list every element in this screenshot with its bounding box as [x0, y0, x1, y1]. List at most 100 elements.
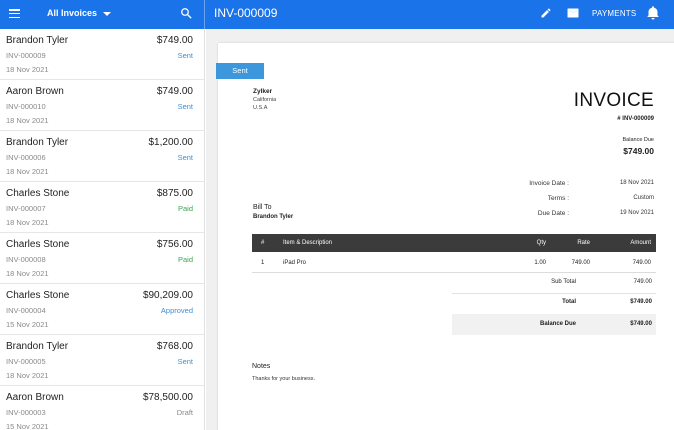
- bell-icon[interactable]: [647, 6, 659, 20]
- invoice-filter-label[interactable]: All Invoices: [47, 8, 97, 18]
- customer-name: Aaron Brown: [6, 392, 64, 403]
- mail-icon[interactable]: [567, 8, 579, 18]
- balance-due-label: Balance Due: [622, 137, 655, 143]
- status-label: Paid: [177, 204, 193, 213]
- line-number: 1: [261, 260, 265, 266]
- balance-due-row: Balance Due $749.00: [452, 314, 656, 335]
- customer-name: Charles Stone: [6, 188, 70, 199]
- invoice-list: Brandon Tyler $749.00 INV-000009 Sent 18…: [0, 29, 205, 430]
- status-ribbon: Sent: [216, 63, 264, 79]
- line-rate: 749.00: [571, 260, 590, 266]
- line-item-name: iPad Pro: [283, 260, 307, 266]
- invoice-amount: $749.00: [156, 35, 193, 46]
- invoice-list-item[interactable]: Brandon Tyler $1,200.00 INV-000006 Sent …: [0, 131, 204, 182]
- notes-label: Notes: [252, 363, 271, 370]
- status-label: Approved: [160, 306, 193, 315]
- invoice-date-value: 18 Nov 2021: [619, 180, 654, 186]
- invoice-amount: $875.00: [156, 188, 193, 199]
- customer-name: Aaron Brown: [6, 86, 64, 97]
- invoice-title: INV-000009: [214, 6, 278, 20]
- invoice-number: INV-000009: [6, 51, 46, 60]
- status-label: Sent: [177, 357, 193, 366]
- invoice-amount: $78,500.00: [142, 392, 193, 403]
- search-icon[interactable]: [180, 7, 192, 19]
- terms-label: Terms :: [547, 195, 569, 202]
- customer-name: Brandon Tyler: [6, 137, 69, 148]
- column-rate: Rate: [577, 240, 590, 246]
- line-qty: 1.00: [534, 260, 546, 266]
- total-value: $749.00: [630, 299, 652, 305]
- invoice-list-item[interactable]: Charles Stone $90,209.00 INV-000004 Appr…: [0, 284, 204, 335]
- top-bar: All Invoices INV-000009 PAYMENTS: [0, 0, 674, 29]
- sub-total-row: Sub Total 749.00: [452, 273, 656, 293]
- invoice-date: 18 Nov 2021: [6, 371, 49, 380]
- invoice-date: 18 Nov 2021: [6, 116, 49, 125]
- total-row: Total $749.00: [452, 293, 656, 313]
- invoice-amount: $1,200.00: [148, 137, 194, 148]
- column-qty: Qty: [536, 240, 546, 246]
- line-items-header: # Item & Description Qty Rate Amount: [252, 234, 656, 252]
- invoice-number: INV-000003: [6, 408, 46, 417]
- invoice-amount: $768.00: [156, 341, 193, 352]
- invoice-date-label: Invoice Date :: [529, 180, 569, 187]
- invoice-list-item[interactable]: Aaron Brown $78,500.00 INV-000003 Draft …: [0, 386, 204, 430]
- balance-due-row-label: Balance Due: [539, 321, 576, 327]
- invoice-amount: $90,209.00: [142, 290, 193, 301]
- status-label: Sent: [177, 153, 193, 162]
- column-number: #: [261, 240, 265, 246]
- app: All Invoices INV-000009 PAYMENTS Brandon…: [0, 0, 674, 430]
- terms-value: Custom: [633, 195, 654, 201]
- invoice-list-item[interactable]: Charles Stone $756.00 INV-000008 Paid 18…: [0, 233, 204, 284]
- invoice-date: 18 Nov 2021: [6, 218, 49, 227]
- invoice-date: 15 Nov 2021: [6, 422, 49, 430]
- list-header: All Invoices: [0, 0, 205, 29]
- bill-to-label: Bill To: [253, 204, 272, 211]
- due-date-label: Due Date :: [537, 210, 569, 217]
- invoice-list-item[interactable]: Aaron Brown $749.00 INV-000010 Sent 18 N…: [0, 80, 204, 131]
- invoice-date: 18 Nov 2021: [6, 269, 49, 278]
- balance-due-row-value: $749.00: [630, 321, 652, 327]
- invoice-number: INV-000008: [6, 255, 46, 264]
- invoice-date: 15 Nov 2021: [6, 320, 49, 329]
- invoice-doc-number: # INV-000009: [617, 116, 654, 122]
- column-item: Item & Description: [283, 240, 333, 246]
- payments-button[interactable]: PAYMENTS: [592, 9, 636, 18]
- sub-total-value: 749.00: [633, 279, 652, 285]
- column-amount: Amount: [630, 240, 651, 246]
- invoice-number: INV-000007: [6, 204, 46, 213]
- line-item-row: 1 iPad Pro 1.00 749.00 749.00: [252, 253, 656, 273]
- customer-name: Brandon Tyler: [6, 35, 69, 46]
- chevron-down-icon[interactable]: [103, 12, 111, 16]
- organization-name: Zylker: [253, 88, 273, 95]
- pencil-icon[interactable]: [540, 7, 552, 19]
- total-label: Total: [562, 299, 576, 305]
- invoice-date: 18 Nov 2021: [6, 65, 49, 74]
- invoice-heading: INVOICE: [573, 90, 654, 111]
- bill-to-name: Brandon Tyler: [253, 214, 294, 220]
- menu-icon[interactable]: [9, 9, 20, 19]
- invoice-list-item[interactable]: Brandon Tyler $768.00 INV-000005 Sent 18…: [0, 335, 204, 386]
- invoice-number: INV-000006: [6, 153, 46, 162]
- sub-total-label: Sub Total: [551, 279, 576, 285]
- customer-name: Brandon Tyler: [6, 341, 69, 352]
- status-label: Sent: [177, 102, 193, 111]
- customer-name: Charles Stone: [6, 290, 70, 301]
- organization-address-line: California: [253, 97, 277, 103]
- invoice-number: INV-000010: [6, 102, 46, 111]
- due-date-value: 19 Nov 2021: [619, 210, 654, 216]
- invoice-list-item[interactable]: Charles Stone $875.00 INV-000007 Paid 18…: [0, 182, 204, 233]
- customer-name: Charles Stone: [6, 239, 70, 250]
- organization-address-line: U.S.A: [253, 105, 268, 111]
- line-amount: 749.00: [632, 260, 651, 266]
- balance-due-value: $749.00: [623, 146, 654, 156]
- invoice-number: INV-000004: [6, 306, 46, 315]
- status-label: Paid: [177, 255, 193, 264]
- invoice-date: 18 Nov 2021: [6, 167, 49, 176]
- invoice-amount: $756.00: [156, 239, 193, 250]
- notes-text: Thanks for your business.: [252, 376, 315, 382]
- invoice-amount: $749.00: [156, 86, 193, 97]
- invoice-number: INV-000005: [6, 357, 46, 366]
- invoice-list-item[interactable]: Brandon Tyler $749.00 INV-000009 Sent 18…: [0, 29, 204, 80]
- status-label: Sent: [177, 51, 193, 60]
- status-label: Draft: [176, 408, 193, 417]
